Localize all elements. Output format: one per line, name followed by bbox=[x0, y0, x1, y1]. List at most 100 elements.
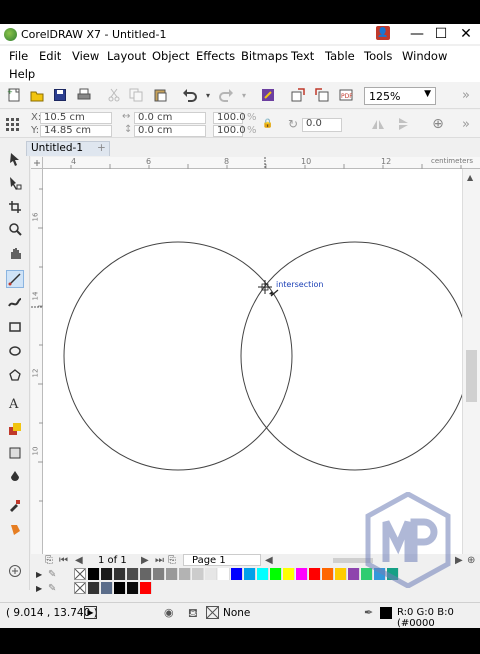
menu-file[interactable]: File bbox=[9, 49, 28, 63]
palette-scroll-icon[interactable]: ▶ bbox=[36, 570, 42, 579]
doc-palette-scroll-icon[interactable]: ▶ bbox=[36, 584, 42, 593]
color-swatch[interactable] bbox=[322, 568, 334, 580]
search-content-icon[interactable] bbox=[260, 87, 276, 103]
open-folder-icon[interactable] bbox=[29, 87, 45, 103]
ellipse-tool-icon[interactable] bbox=[6, 342, 24, 360]
interactive-fill-tool-icon[interactable] bbox=[6, 520, 24, 538]
doc-eyedropper-icon[interactable]: ✎ bbox=[48, 583, 56, 594]
color-swatch[interactable] bbox=[231, 568, 243, 580]
ruler-origin-icon[interactable] bbox=[31, 157, 43, 169]
add-node-icon[interactable]: ⊕ bbox=[430, 116, 446, 132]
minimize-button[interactable]: — bbox=[408, 25, 426, 43]
connector-tool-icon[interactable] bbox=[6, 444, 24, 462]
propertybar-overflow-icon[interactable]: » bbox=[458, 116, 474, 132]
outline-pen-icon[interactable]: ✒ bbox=[364, 606, 373, 619]
y-position-field[interactable]: 14.85 cm bbox=[40, 125, 112, 137]
lock-ratio-icon[interactable]: 🔒 bbox=[260, 116, 276, 132]
color-swatch[interactable] bbox=[166, 568, 178, 580]
color-swatch[interactable] bbox=[140, 568, 152, 580]
pan-tool-icon[interactable] bbox=[6, 244, 24, 262]
scroll-up-icon[interactable]: ▲ bbox=[467, 173, 473, 182]
save-icon[interactable] bbox=[52, 87, 68, 103]
rotation-field[interactable]: 0.0 bbox=[302, 118, 342, 132]
color-swatch[interactable] bbox=[218, 568, 230, 580]
color-swatch[interactable] bbox=[205, 568, 217, 580]
no-color-swatch[interactable] bbox=[74, 568, 86, 580]
scroll-left-icon[interactable]: ◀ bbox=[265, 554, 273, 567]
close-button[interactable]: ✕ bbox=[457, 25, 475, 43]
color-swatch[interactable] bbox=[153, 568, 165, 580]
zoom-tool-icon[interactable] bbox=[6, 220, 24, 238]
zoom-level-select[interactable]: 125% ▼ bbox=[364, 87, 436, 105]
menu-effects[interactable]: Effects bbox=[196, 49, 235, 63]
add-document-icon[interactable]: + bbox=[97, 142, 106, 155]
color-swatch[interactable] bbox=[283, 568, 295, 580]
color-swatch[interactable] bbox=[257, 568, 269, 580]
play-icon[interactable]: ▶ bbox=[84, 606, 97, 619]
menu-help[interactable]: Help bbox=[9, 67, 35, 81]
color-swatch[interactable] bbox=[309, 568, 321, 580]
mirror-horizontal-icon[interactable] bbox=[370, 116, 386, 132]
color-swatch[interactable] bbox=[244, 568, 256, 580]
menu-bitmaps[interactable]: Bitmaps bbox=[241, 49, 288, 63]
artistic-media-tool-icon[interactable] bbox=[6, 294, 24, 312]
document-color-swatch[interactable] bbox=[127, 582, 139, 594]
color-swatch[interactable] bbox=[179, 568, 191, 580]
menu-text[interactable]: Text bbox=[291, 49, 314, 63]
color-swatch[interactable] bbox=[192, 568, 204, 580]
add-tool-icon[interactable] bbox=[6, 562, 24, 580]
new-document-icon[interactable]: + bbox=[6, 87, 22, 103]
color-swatch[interactable] bbox=[270, 568, 282, 580]
vertical-ruler[interactable]: 16 14 12 10 bbox=[31, 169, 43, 559]
undo-icon[interactable] bbox=[182, 87, 198, 103]
snap-object-icon[interactable]: ◉ bbox=[164, 606, 174, 619]
document-color-swatch[interactable] bbox=[140, 582, 152, 594]
color-swatch[interactable] bbox=[335, 568, 347, 580]
first-page-icon[interactable]: ⏮ bbox=[59, 554, 68, 567]
document-tab-untitled-1[interactable]: Untitled-1 + bbox=[26, 141, 110, 156]
copy-icon[interactable] bbox=[128, 87, 144, 103]
add-page-before-icon[interactable]: ⎘ bbox=[45, 554, 53, 567]
export-icon[interactable] bbox=[314, 87, 330, 103]
width-field[interactable]: 0.0 cm bbox=[134, 112, 206, 124]
scale-x-field[interactable]: 100.0 bbox=[213, 112, 246, 124]
toolbar-overflow-icon[interactable]: » bbox=[458, 87, 474, 103]
text-tool-icon[interactable]: A bbox=[6, 394, 24, 412]
rectangle-tool-icon[interactable] bbox=[6, 318, 24, 336]
next-page-icon[interactable]: ▶ bbox=[141, 554, 149, 567]
previous-page-icon[interactable]: ◀ bbox=[75, 554, 83, 567]
polygon-tool-icon[interactable] bbox=[6, 366, 24, 384]
drop-shadow-tool-icon[interactable] bbox=[6, 468, 24, 486]
menu-view[interactable]: View bbox=[72, 49, 99, 63]
mirror-vertical-icon[interactable] bbox=[396, 116, 412, 132]
cut-icon[interactable] bbox=[106, 87, 122, 103]
color-swatch[interactable] bbox=[296, 568, 308, 580]
scroll-right-icon[interactable]: ▶ bbox=[455, 554, 463, 567]
document-color-swatch[interactable] bbox=[88, 582, 100, 594]
print-icon[interactable] bbox=[76, 87, 92, 103]
menu-window[interactable]: Window bbox=[402, 49, 447, 63]
doc-no-color-swatch[interactable] bbox=[74, 582, 86, 594]
horizontal-ruler[interactable]: 4 6 8 10 12 centimeters bbox=[31, 157, 480, 169]
paste-icon[interactable] bbox=[152, 87, 168, 103]
color-swatch[interactable] bbox=[114, 568, 126, 580]
restore-button[interactable]: ☐ bbox=[432, 25, 450, 43]
color-swatch[interactable] bbox=[127, 568, 139, 580]
object-origin-icon[interactable] bbox=[4, 116, 20, 132]
eyedropper-palette-icon[interactable]: ✎ bbox=[48, 569, 56, 580]
publish-pdf-icon[interactable]: PDF bbox=[338, 87, 354, 103]
freehand-tool-icon[interactable] bbox=[6, 270, 24, 288]
eyedropper-tool-icon[interactable] bbox=[6, 496, 24, 514]
fill-bucket-icon[interactable]: ⛾ bbox=[188, 606, 198, 622]
menu-object[interactable]: Object bbox=[152, 49, 189, 63]
redo-dropdown-icon[interactable]: ▾ bbox=[236, 87, 252, 103]
scrollbar-thumb[interactable] bbox=[466, 350, 477, 402]
zoom-navigator-icon[interactable]: ⊕ bbox=[467, 554, 475, 567]
menu-table[interactable]: Table bbox=[325, 49, 355, 63]
user-account-icon[interactable]: 👤 bbox=[376, 26, 390, 40]
add-page-after-icon[interactable]: ⎘ bbox=[168, 554, 176, 567]
color-swatch[interactable] bbox=[88, 568, 100, 580]
scale-y-field[interactable]: 100.0 bbox=[213, 125, 246, 137]
page-tab-page-1[interactable]: Page 1 bbox=[183, 554, 261, 566]
no-fill-icon[interactable] bbox=[206, 606, 219, 619]
